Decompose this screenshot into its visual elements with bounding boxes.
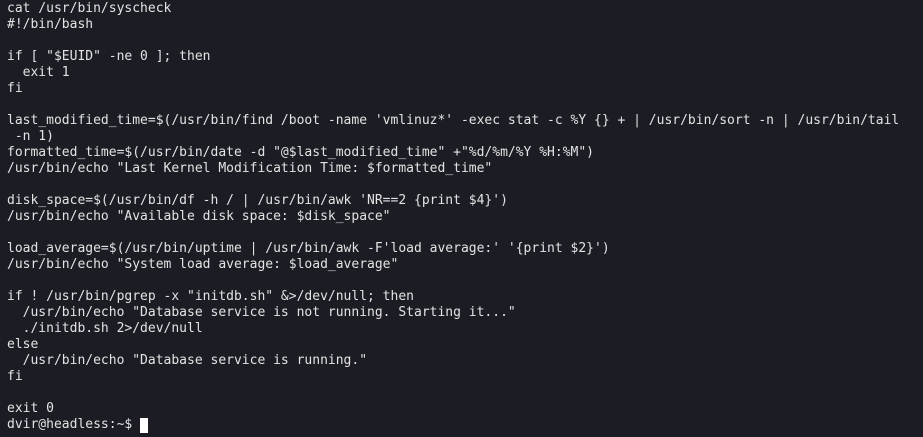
terminal-line: /usr/bin/echo "System load average: $loa… xyxy=(7,257,399,272)
terminal-line: /usr/bin/echo "Database service is not r… xyxy=(7,305,516,320)
terminal-line: -n 1) xyxy=(7,129,54,144)
terminal-line: cat /usr/bin/syscheck xyxy=(7,1,172,16)
terminal-line: exit 0 xyxy=(7,401,54,416)
shell-prompt: dvir@headless:~$ xyxy=(7,417,133,432)
terminal-line: last_modified_time=$(/usr/bin/find /boot… xyxy=(7,113,900,128)
terminal-line: exit 1 xyxy=(7,65,70,80)
terminal-line: /usr/bin/echo "Available disk space: $di… xyxy=(7,209,391,224)
terminal-window[interactable]: cat /usr/bin/syscheck #!/bin/bash if [ "… xyxy=(0,0,923,437)
terminal-line: if ! /usr/bin/pgrep -x "initdb.sh" &>/de… xyxy=(7,289,414,304)
command-prompt-line[interactable]: dvir@headless:~$ xyxy=(7,417,923,433)
text-cursor xyxy=(140,417,149,433)
terminal-line: fi xyxy=(7,369,23,384)
terminal-line: load_average=$(/usr/bin/uptime | /usr/bi… xyxy=(7,241,610,256)
terminal-line: /usr/bin/echo "Last Kernel Modification … xyxy=(7,161,493,176)
terminal-line: ./initdb.sh 2>/dev/null xyxy=(7,321,203,336)
terminal-line: else xyxy=(7,337,39,352)
terminal-line: if [ "$EUID" -ne 0 ]; then xyxy=(7,49,211,64)
terminal-line: disk_space=$(/usr/bin/df -h / | /usr/bin… xyxy=(7,193,508,208)
terminal-line: /usr/bin/echo "Database service is runni… xyxy=(7,353,368,368)
terminal-line: #!/bin/bash xyxy=(7,17,94,32)
terminal-line: fi xyxy=(7,81,23,96)
terminal-output: cat /usr/bin/syscheck #!/bin/bash if [ "… xyxy=(7,1,923,417)
terminal-line: formatted_time=$(/usr/bin/date -d "@$las… xyxy=(7,145,594,160)
